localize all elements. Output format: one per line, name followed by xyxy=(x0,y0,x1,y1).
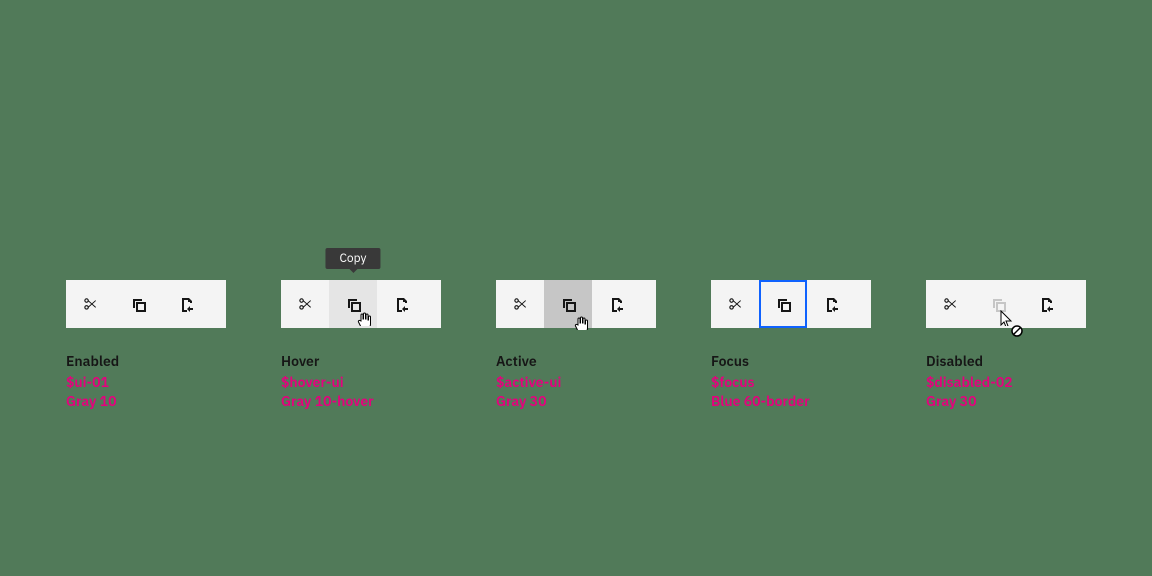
cut-icon xyxy=(82,296,98,312)
label-disabled: Disabled $disabled-02 Gray 30 xyxy=(926,352,1086,411)
cut-button[interactable] xyxy=(66,280,114,328)
toolbar xyxy=(711,280,871,328)
label-enabled: Enabled $ui-01 Gray 10 xyxy=(66,352,226,411)
paste-icon xyxy=(608,296,624,312)
state-name: Disabled xyxy=(926,352,1086,371)
tooltip: Copy xyxy=(325,248,380,269)
copy-icon xyxy=(130,296,146,312)
cut-icon xyxy=(297,296,313,312)
cursor-hand-icon xyxy=(357,310,373,326)
copy-button[interactable] xyxy=(759,280,807,328)
cut-button[interactable] xyxy=(711,280,759,328)
state-focus xyxy=(711,280,871,328)
toolbar xyxy=(66,280,226,328)
cut-icon xyxy=(512,296,528,312)
state-token: $ui-01 xyxy=(66,373,226,392)
state-name: Active xyxy=(496,352,656,371)
copy-button[interactable] xyxy=(544,280,592,328)
paste-button[interactable] xyxy=(592,280,640,328)
state-name: Hover xyxy=(281,352,441,371)
state-name: Enabled xyxy=(66,352,226,371)
paste-button[interactable] xyxy=(807,280,855,328)
paste-button[interactable] xyxy=(1022,280,1070,328)
state-desc: Gray 10-hover xyxy=(281,392,441,411)
cut-icon xyxy=(727,296,743,312)
copy-button xyxy=(974,280,1022,328)
cut-button[interactable] xyxy=(926,280,974,328)
state-token: $hover-ui xyxy=(281,373,441,392)
labels-row: Enabled $ui-01 Gray 10 Hover $hover-ui G… xyxy=(66,352,1086,411)
copy-icon xyxy=(560,296,576,312)
state-active xyxy=(496,280,656,328)
paste-icon xyxy=(178,296,194,312)
state-token: $focus xyxy=(711,373,871,392)
cursor-hand-icon xyxy=(574,314,590,330)
cut-button[interactable] xyxy=(496,280,544,328)
toolbar xyxy=(496,280,656,328)
paste-icon xyxy=(1038,296,1054,312)
toolbar xyxy=(926,280,1086,328)
state-desc: Blue 60-border xyxy=(711,392,871,411)
paste-button[interactable] xyxy=(377,280,425,328)
state-disabled xyxy=(926,280,1086,328)
state-desc: Gray 10 xyxy=(66,392,226,411)
cut-button[interactable] xyxy=(281,280,329,328)
state-token: $disabled-02 xyxy=(926,373,1086,392)
label-hover: Hover $hover-ui Gray 10-hover xyxy=(281,352,441,411)
copy-button[interactable]: Copy xyxy=(329,280,377,328)
toolbar: Copy xyxy=(281,280,441,328)
paste-icon xyxy=(823,296,839,312)
state-desc: Gray 30 xyxy=(496,392,656,411)
label-active: Active $active-ui Gray 30 xyxy=(496,352,656,411)
paste-button[interactable] xyxy=(162,280,210,328)
copy-button[interactable] xyxy=(114,280,162,328)
state-hover: Copy xyxy=(281,280,441,328)
label-focus: Focus $focus Blue 60-border xyxy=(711,352,871,411)
state-token: $active-ui xyxy=(496,373,656,392)
state-name: Focus xyxy=(711,352,871,371)
state-desc: Gray 30 xyxy=(926,392,1086,411)
state-enabled xyxy=(66,280,226,328)
copy-icon xyxy=(775,296,791,312)
toolbar-states-row: Copy xyxy=(66,280,1086,328)
cut-icon xyxy=(942,296,958,312)
paste-icon xyxy=(393,296,409,312)
